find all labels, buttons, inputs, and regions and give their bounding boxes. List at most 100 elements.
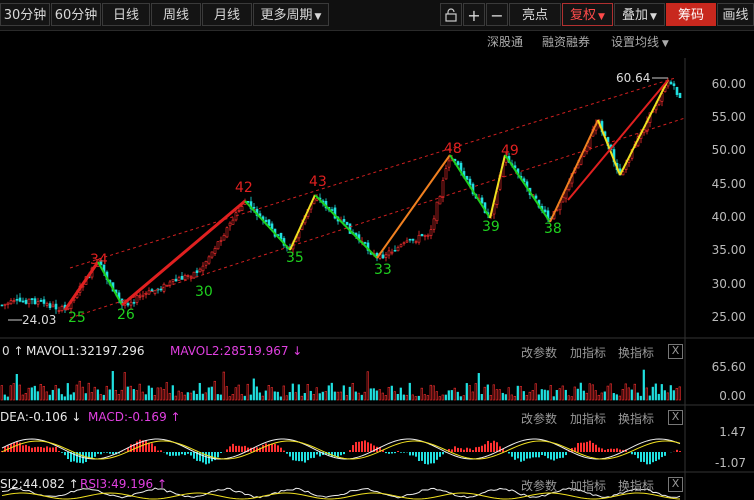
- macd-y-tick: -1.07: [714, 456, 746, 470]
- add-indicator-button[interactable]: 加指标: [570, 477, 606, 494]
- macd-bar: [550, 452, 552, 460]
- volume-bar: [576, 388, 579, 401]
- macd-bar: [181, 452, 183, 455]
- volume-bar: [486, 384, 489, 401]
- macd-bar: [460, 448, 462, 452]
- candle-body: [51, 304, 55, 308]
- macd-bar: [436, 452, 438, 460]
- macd-bar: [532, 452, 534, 458]
- macd-bar: [226, 449, 228, 452]
- macd-bar: [313, 452, 315, 458]
- macd-bar: [265, 443, 267, 452]
- macd-bar: [544, 452, 546, 456]
- change-params-button[interactable]: 改参数: [521, 477, 557, 494]
- volume-bar: [423, 394, 426, 401]
- volume-bar: [429, 384, 432, 401]
- volume-bar: [561, 385, 564, 401]
- volume-bar: [249, 394, 252, 401]
- macd-bar: [148, 442, 150, 452]
- volume-bar: [252, 378, 255, 401]
- candle-body: [234, 212, 238, 221]
- macd-bar: [217, 452, 219, 458]
- macd-bar: [664, 452, 666, 456]
- volume-bar: [651, 386, 654, 401]
- macd-bar: [55, 446, 57, 452]
- volume-bar: [264, 390, 267, 401]
- volume-bar: [435, 391, 438, 401]
- change-params-button[interactable]: 改参数: [521, 410, 557, 427]
- macd-bar: [193, 452, 195, 459]
- macd-bar: [526, 452, 528, 459]
- candle-body: [384, 254, 388, 258]
- macd-bar: [493, 440, 495, 452]
- candle-body: [6, 302, 10, 305]
- macd-bar: [676, 449, 678, 452]
- y-tick: 50.00: [711, 143, 746, 157]
- candle-body: [198, 268, 202, 273]
- volume-bar: [321, 391, 324, 401]
- candle-body: [159, 288, 163, 291]
- close-icon[interactable]: X: [668, 344, 683, 359]
- volume-bar: [54, 385, 57, 401]
- macd-bar: [307, 452, 309, 461]
- macd-bar: [352, 445, 354, 452]
- volume-bar: [60, 394, 63, 401]
- close-icon[interactable]: X: [668, 477, 683, 492]
- volume-bar: [624, 383, 627, 401]
- volume-bar: [621, 389, 624, 401]
- volume-bar: [111, 371, 114, 401]
- macd-bar: [109, 452, 111, 454]
- volume-panel-header: 0 ↑ MAVOL1:32197.296 MAVOL2:28519.967 ↓ …: [0, 343, 754, 361]
- volume-bar: [201, 393, 204, 401]
- macd-bar: [175, 452, 177, 456]
- macd-bar: [391, 452, 393, 454]
- volume-bar: [507, 387, 510, 401]
- macd-bar: [457, 447, 459, 452]
- volume-bar: [645, 387, 648, 401]
- macd-bar: [577, 442, 579, 452]
- volume-bar: [618, 395, 621, 401]
- add-indicator-button[interactable]: 加指标: [570, 344, 606, 361]
- volume-bar: [462, 395, 465, 401]
- add-indicator-button[interactable]: 加指标: [570, 410, 606, 427]
- macd-bar: [520, 452, 522, 462]
- volume-bar: [213, 380, 216, 401]
- macd-bar: [421, 452, 423, 461]
- volume-bar: [168, 393, 171, 401]
- volume-bar: [657, 393, 660, 401]
- switch-indicator-button[interactable]: 换指标: [618, 477, 654, 494]
- switch-indicator-button[interactable]: 换指标: [618, 344, 654, 361]
- volume-bar: [366, 371, 369, 401]
- volume-bar: [234, 387, 237, 401]
- candle-body: [447, 160, 451, 168]
- volume-bar: [615, 394, 618, 401]
- macd-bar: [190, 452, 192, 456]
- volume-bar: [414, 396, 417, 401]
- volume-bar: [174, 395, 177, 401]
- close-icon[interactable]: X: [668, 410, 683, 425]
- macd-bar: [289, 452, 291, 457]
- macd-bar: [172, 452, 174, 456]
- macd-bar: [361, 441, 363, 452]
- macd-bar: [199, 452, 201, 462]
- candle-body: [267, 219, 271, 226]
- macd-bar: [538, 452, 540, 458]
- volume-bar: [483, 386, 486, 401]
- wave-up-line: [63, 261, 100, 311]
- switch-indicator-button[interactable]: 换指标: [618, 410, 654, 427]
- volume-bar: [357, 392, 360, 401]
- candle-body: [18, 297, 22, 302]
- change-params-button[interactable]: 改参数: [521, 344, 557, 361]
- volume-bar: [492, 384, 495, 401]
- macd-bar: [145, 440, 147, 452]
- volume-bar: [27, 387, 30, 401]
- candle-body: [363, 242, 367, 244]
- volume-bar: [120, 389, 123, 401]
- candle-body: [207, 256, 211, 264]
- candle-body: [60, 305, 64, 311]
- macd-bar: [364, 440, 366, 452]
- candle-body: [15, 299, 19, 301]
- volume-bar: [465, 383, 468, 401]
- channel-lower-line: [69, 117, 686, 319]
- volume-bar: [489, 395, 492, 401]
